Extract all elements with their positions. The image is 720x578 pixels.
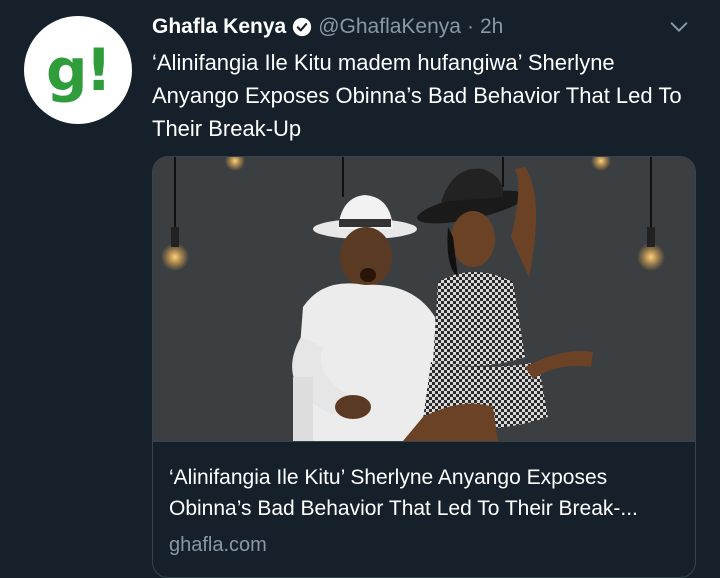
verified-badge-icon	[292, 17, 312, 37]
user-handle[interactable]: @GhaflaKenya	[318, 15, 461, 39]
avatar-logo-text: g!	[46, 36, 112, 104]
avatar[interactable]: g!	[24, 16, 132, 124]
chevron-down-icon[interactable]	[666, 14, 692, 40]
card-body[interactable]: ‘Alinifangia Ile Kitu’ Sherlyne Anyango …	[153, 441, 695, 577]
display-name[interactable]: Ghafla Kenya	[152, 15, 286, 39]
separator-dot: ·	[466, 15, 474, 38]
card-image[interactable]	[153, 157, 695, 441]
card-domain: ghafla.com	[169, 534, 267, 556]
card-title: ‘Alinifangia Ile Kitu’ Sherlyne Anyango …	[169, 466, 638, 520]
tweet-header: Ghafla Kenya @GhaflaKenya · 2h	[152, 10, 700, 44]
timestamp[interactable]: 2h	[480, 15, 503, 39]
tweet-text: ‘Alinifangia Ile Kitu madem hufangiwa’ S…	[152, 50, 682, 141]
link-preview-card[interactable]: ‘Alinifangia Ile Kitu’ Sherlyne Anyango …	[152, 156, 696, 578]
